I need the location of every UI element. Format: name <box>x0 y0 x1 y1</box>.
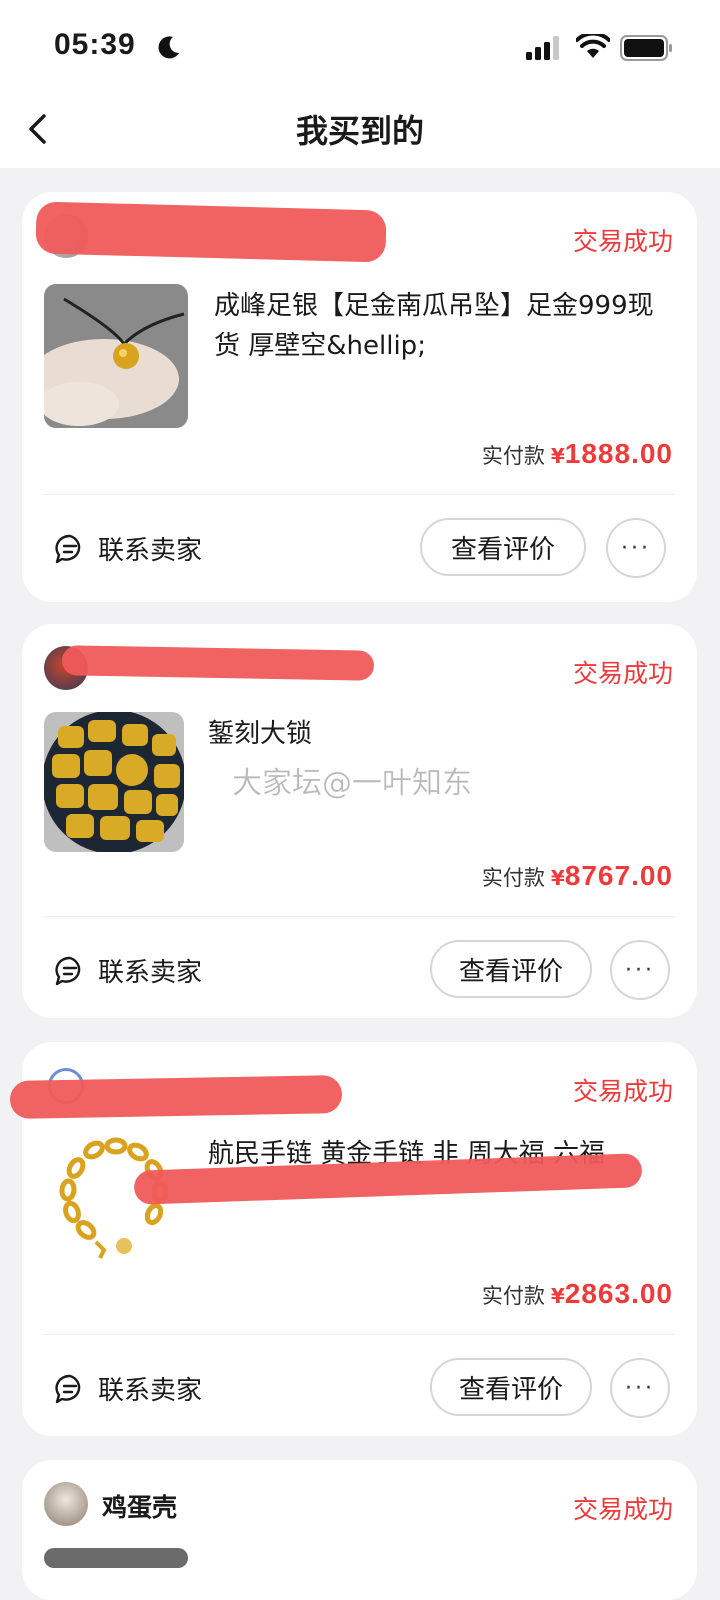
cellular-signal-icon <box>526 36 559 60</box>
price-row: 实付款 ¥ 2863.00 <box>482 1278 673 1310</box>
moon-icon <box>158 36 179 59</box>
product-thumbnail[interactable] <box>44 1548 188 1568</box>
order-card: 交易成功 成峰足银【足金南瓜吊坠】足金999现货 厚壁空&hellip; 实付款… <box>22 192 697 602</box>
price-row: 实付款 ¥ 8767.00 <box>482 860 673 892</box>
nav-bar: 我买到的 <box>0 90 720 168</box>
redaction-mark <box>9 1075 343 1119</box>
order-card: 鸡蛋壳 交易成功 <box>22 1460 697 1600</box>
contact-seller-label: 联系卖家 <box>98 958 203 988</box>
currency-symbol: ¥ <box>550 866 565 890</box>
divider <box>44 1334 675 1335</box>
price-label: 实付款 <box>481 1284 545 1308</box>
contact-seller-button[interactable]: 联系卖家 <box>54 1370 202 1407</box>
wifi-icon <box>576 34 610 58</box>
chat-bubble-icon <box>55 956 81 985</box>
battery-icon <box>620 35 672 61</box>
chat-bubble-icon <box>55 1374 81 1403</box>
redaction-mark <box>35 201 387 263</box>
watermark: 大家坛@一叶知东 <box>232 766 473 802</box>
contact-seller-button[interactable]: 联系卖家 <box>54 952 202 989</box>
order-status: 交易成功 <box>572 227 673 256</box>
more-options-button[interactable]: ··· <box>610 1358 670 1418</box>
seller-name[interactable]: 鸡蛋壳 <box>102 1488 177 1524</box>
order-status: 交易成功 <box>572 1495 673 1524</box>
contact-seller-button[interactable]: 联系卖家 <box>54 530 202 567</box>
page-title: 我买到的 <box>295 112 424 150</box>
product-title[interactable]: 成峰足银【足金南瓜吊坠】足金999现货 厚壁空&hellip; <box>214 286 674 366</box>
chat-bubble-icon <box>55 534 81 563</box>
more-options-button[interactable]: ··· <box>610 940 670 1000</box>
price-label: 实付款 <box>481 866 545 890</box>
seller-avatar[interactable] <box>44 1482 88 1526</box>
divider <box>44 916 675 917</box>
view-review-button[interactable]: 查看评价 <box>430 940 592 998</box>
order-card: 交易成功 錾刻大锁 实付款 ¥ 8767.00 联系卖家 查看评价 ··· <box>22 624 697 1018</box>
contact-seller-label: 联系卖家 <box>98 536 203 566</box>
contact-seller-label: 联系卖家 <box>98 1376 203 1406</box>
price-value: 1888.00 <box>564 438 673 469</box>
divider <box>44 494 675 495</box>
order-card: 交易成功 航民手链 黄金手链 非 周大福 六福 实付款 ¥ 2863.00 联系… <box>9 1042 697 1436</box>
currency-symbol: ¥ <box>550 444 565 468</box>
price-value: 2863.00 <box>564 1278 673 1309</box>
price-row: 实付款 ¥ 1888.00 <box>482 438 673 470</box>
order-status: 交易成功 <box>572 659 673 688</box>
currency-symbol: ¥ <box>550 1284 565 1308</box>
product-title[interactable]: 錾刻大锁 <box>208 714 668 754</box>
status-bar: 05:39 <box>0 0 720 90</box>
product-thumbnail[interactable] <box>44 712 184 852</box>
price-value: 8767.00 <box>564 860 673 891</box>
view-review-button[interactable]: 查看评价 <box>430 1358 592 1416</box>
view-review-button[interactable]: 查看评价 <box>420 518 586 576</box>
product-thumbnail[interactable] <box>44 284 188 428</box>
redaction-mark <box>61 645 375 681</box>
status-time: 05:39 <box>54 28 136 61</box>
more-options-button[interactable]: ··· <box>606 518 666 578</box>
order-status: 交易成功 <box>572 1077 673 1106</box>
price-label: 实付款 <box>481 444 545 468</box>
